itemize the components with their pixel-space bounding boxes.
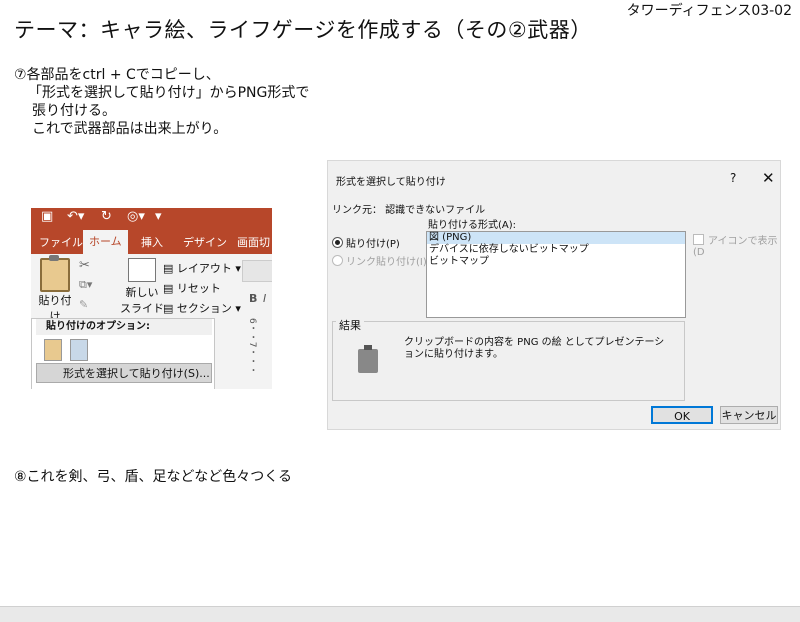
- step-7-line-1: ⑦各部品をctrl + Cでコピーし、: [14, 67, 220, 83]
- paste-dropdown-menu: 貼り付けのオプション: 形式を選択して貼り付け(S)...: [31, 318, 215, 389]
- tab-transitions[interactable]: 画面切: [237, 234, 270, 250]
- paste-radio-label: 貼り付け(P): [346, 239, 400, 250]
- save-icon[interactable]: ▣: [41, 209, 53, 224]
- copy-icon[interactable]: ⧉▾: [79, 278, 92, 292]
- new-slide-label-1: 新しい: [125, 286, 159, 299]
- close-icon[interactable]: ✕: [762, 169, 775, 187]
- page-title: テーマ：キャラ絵、ライフゲージを作成する（その②武器）: [14, 18, 592, 42]
- clipboard-icon: [358, 345, 378, 373]
- new-slide-icon: [128, 258, 156, 282]
- redo-icon[interactable]: ↻: [101, 209, 112, 224]
- paste-picture-icon[interactable]: [70, 339, 88, 361]
- font-name-box[interactable]: [242, 260, 272, 282]
- reset-button[interactable]: ▤ リセット: [163, 280, 221, 296]
- italic-button[interactable]: I: [263, 292, 266, 305]
- footer-bar: [0, 606, 800, 622]
- paste-special-menu-item[interactable]: 形式を選択して貼り付け(S)...: [36, 363, 212, 383]
- slide-code: タワーディフェンス03-02: [626, 3, 792, 19]
- layout-button[interactable]: ▤ レイアウト ▾: [163, 260, 241, 276]
- tab-file[interactable]: ファイル: [39, 234, 83, 250]
- section-button[interactable]: ▤ セクション ▾: [163, 300, 241, 316]
- section-label: セクション ▾: [176, 302, 241, 315]
- layout-label: レイアウト ▾: [176, 262, 241, 275]
- clipboard-icon: [40, 255, 70, 292]
- ribbon-tab-bar: ファイル ホーム 挿入 デザイン 画面切: [31, 230, 272, 254]
- display-as-icon-label: アイコンで表示(D: [693, 236, 778, 258]
- quick-access-toolbar: ▣ ↶▾ ↻ ◎▾ ▾: [31, 208, 272, 230]
- paste-as-label: 貼り付ける形式(A):: [428, 220, 517, 231]
- paste-keep-source-icon[interactable]: [44, 339, 62, 361]
- format-option-bitmap[interactable]: ビットマップ: [427, 256, 685, 268]
- display-as-icon-checkbox[interactable]: アイコンで表示(D: [693, 232, 780, 258]
- format-listbox[interactable]: 図 (PNG) デバイスに依存しないビットマップ ビットマップ: [426, 231, 686, 318]
- paste-options-title: 貼り付けのオプション:: [36, 319, 212, 335]
- dialog-title: 形式を選択して貼り付け: [336, 177, 446, 188]
- source-label: リンク元： 認識できないファイル: [332, 205, 486, 216]
- format-painter-icon[interactable]: ✎: [79, 298, 88, 311]
- cut-icon[interactable]: ✂: [79, 258, 90, 273]
- result-description: クリップボードの内容を PNG の絵 としてプレゼンテーションに貼り付けます。: [404, 337, 665, 360]
- paste-radio[interactable]: 貼り付け(P): [332, 235, 400, 250]
- tab-home[interactable]: ホーム: [83, 230, 128, 254]
- radio-empty-icon: [332, 255, 343, 266]
- bold-button[interactable]: B: [249, 292, 257, 305]
- paste-special-dialog: 形式を選択して貼り付け ? ✕ リンク元： 認識できないファイル 貼り付ける形式…: [327, 160, 781, 430]
- undo-icon[interactable]: ↶▾: [67, 209, 84, 224]
- cancel-button[interactable]: キャンセル: [720, 406, 778, 424]
- ok-button[interactable]: OK: [651, 406, 713, 424]
- radio-selected-icon: [332, 237, 343, 248]
- checkbox-icon: [693, 234, 704, 245]
- tab-design[interactable]: デザイン: [183, 234, 227, 250]
- step-7-line-4: これで武器部品は出来上がり。: [32, 121, 228, 137]
- reset-label: リセット: [176, 282, 221, 295]
- result-group: [332, 321, 685, 401]
- step-7-line-2: 「形式を選択して貼り付け」からPNG形式で: [28, 85, 310, 101]
- customize-qat-icon[interactable]: ▾: [155, 209, 162, 224]
- paste-link-radio-label: リンク貼り付け(I): [346, 257, 427, 268]
- powerpoint-ribbon-screenshot: ▣ ↶▾ ↻ ◎▾ ▾ ファイル ホーム 挿入 デザイン 画面切 貼り付け ▾ …: [31, 208, 272, 389]
- step-7-line-3: 張り付ける。: [32, 103, 116, 119]
- result-title: 結果: [336, 317, 364, 333]
- vertical-ruler: 6・・7・・・: [247, 318, 257, 375]
- paste-link-radio[interactable]: リンク貼り付け(I): [332, 253, 427, 268]
- format-option-png[interactable]: 図 (PNG): [427, 232, 685, 244]
- slideshow-icon[interactable]: ◎▾: [127, 209, 145, 224]
- tab-insert[interactable]: 挿入: [141, 234, 163, 250]
- step-7-instructions: ⑦各部品をctrl + Cでコピーし、 「形式を選択して貼り付け」からPNG形式…: [14, 66, 309, 138]
- help-icon[interactable]: ?: [730, 171, 736, 185]
- step-8-instructions: ⑧これを剣、弓、盾、足などなど色々つくる: [14, 469, 292, 485]
- format-option-dib[interactable]: デバイスに依存しないビットマップ: [427, 244, 685, 256]
